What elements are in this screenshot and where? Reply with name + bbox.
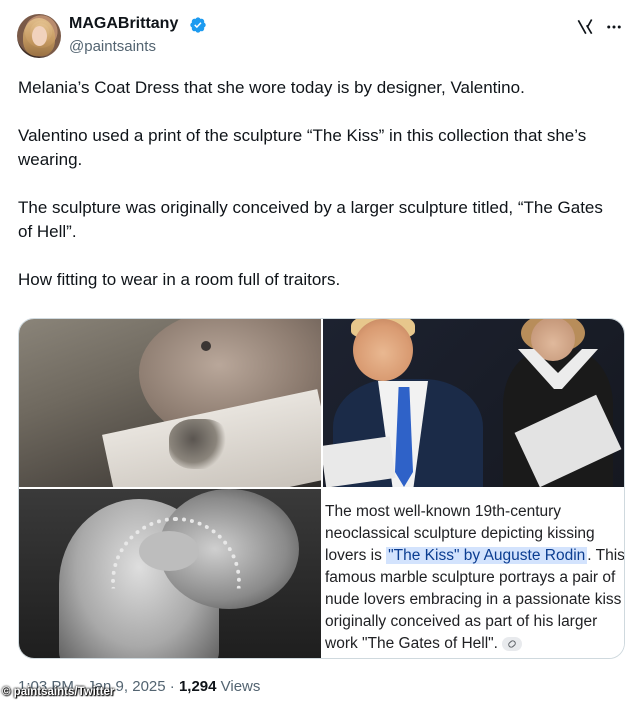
snippet-line: work "The Gates of Hell". [325, 633, 624, 655]
views-label: Views [216, 678, 261, 695]
tweet-paragraph: Valentino used a print of the sculpture … [18, 126, 587, 169]
meta-separator: · [165, 678, 179, 695]
tweet-text: Melania’s Coat Dress that she wore today… [18, 76, 618, 316]
snippet-line: neoclassical sculpture depicting kissing [325, 525, 595, 542]
link-icon [501, 636, 522, 651]
photo-earring [201, 341, 211, 351]
image-credit-watermark: © paintsaints/Twitter [2, 686, 115, 698]
snippet-line: originally conceived as part of his larg… [325, 613, 598, 630]
search-snippet-image[interactable]: The most well-known 19th-century neoclas… [323, 489, 625, 658]
handle[interactable]: @paintsaints [69, 38, 156, 55]
avatar[interactable] [17, 14, 61, 58]
search-snippet-text: The most well-known 19th-century neoclas… [325, 501, 625, 655]
media-grid: The most well-known 19th-century neoclas… [18, 318, 625, 659]
views-count: 1,294 [178, 678, 217, 695]
more-icon[interactable] [605, 18, 623, 36]
snippet-highlight: "The Kiss" by Auguste Rodin [386, 547, 588, 564]
snippet-last-line: work "The Gates of Hell". [325, 635, 498, 652]
photo-head-man [353, 319, 413, 381]
snippet-line-start: lovers is [325, 547, 387, 564]
tweet-paragraph: How fitting to wear in a room full of tr… [18, 270, 341, 289]
photo-coat-print-closeup[interactable] [19, 319, 321, 487]
tweet-paragraph: The sculpture was originally conceived b… [18, 198, 603, 241]
snippet-line: nude lovers embracing in a passionate ki… [325, 591, 622, 608]
snippet-line-end: . This [587, 547, 625, 564]
tweet-paragraph: Melania’s Coat Dress that she wore today… [18, 78, 525, 97]
tweet-header: MAGABrittany @paintsaints [17, 12, 623, 62]
photo-program-left [323, 436, 396, 487]
avatar-face [32, 26, 47, 46]
snippet-line: lovers is "The Kiss" by Auguste Rodin. T… [325, 545, 625, 567]
display-name[interactable]: MAGABrittany [69, 15, 178, 33]
verified-badge-icon [190, 17, 206, 33]
photo-the-kiss-print[interactable] [19, 489, 321, 658]
photo-print-detail [169, 419, 229, 469]
photo-couple-reading[interactable] [323, 319, 624, 487]
snippet-line: The most well-known 19th-century [325, 503, 562, 520]
snippet-line: famous marble sculpture portrays a pair … [325, 569, 616, 586]
grok-icon[interactable] [575, 17, 595, 37]
